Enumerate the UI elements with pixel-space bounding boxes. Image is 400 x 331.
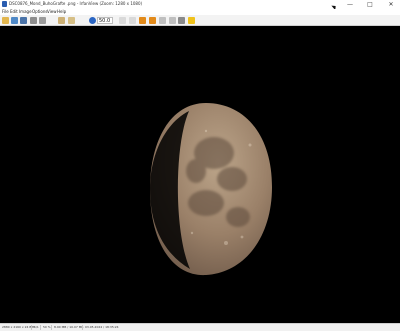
status-separator	[40, 325, 41, 330]
toolbar: 50.0	[0, 15, 400, 26]
irfanview-app-icon	[2, 1, 7, 7]
down-arrow-icon[interactable]	[169, 17, 176, 24]
star-icon[interactable]	[188, 17, 195, 24]
info-icon[interactable]	[89, 17, 96, 24]
open-folder-icon[interactable]	[2, 17, 9, 24]
paste-icon[interactable]	[68, 17, 75, 24]
minimize-button[interactable]: —	[343, 0, 357, 9]
up-arrow-icon[interactable]	[159, 17, 166, 24]
zoom-input[interactable]: 50.0	[97, 17, 113, 24]
next-icon[interactable]	[129, 17, 136, 24]
title-bar: DSC0876_Mond_BuhoGrafte .png - IrfanView…	[0, 0, 400, 9]
delete-icon[interactable]	[39, 17, 46, 24]
status-separator	[82, 325, 83, 330]
forward-arrow-icon[interactable]	[149, 17, 156, 24]
status-separator	[51, 325, 52, 330]
copy-icon[interactable]	[58, 17, 65, 24]
save-icon[interactable]	[20, 17, 27, 24]
image-canvas[interactable]	[0, 26, 400, 323]
maximize-button[interactable]: □	[363, 0, 377, 9]
previous-icon[interactable]	[119, 17, 126, 24]
print-icon[interactable]	[30, 17, 37, 24]
back-arrow-icon[interactable]	[139, 17, 146, 24]
status-separator	[31, 325, 32, 330]
tools-icon[interactable]	[178, 17, 185, 24]
thumbnails-icon[interactable]	[11, 17, 18, 24]
close-button[interactable]: ✕	[384, 0, 398, 9]
moon-image	[150, 103, 272, 276]
window-title: DSC0876_Mond_BuhoGrafte .png - IrfanView…	[9, 1, 143, 6]
